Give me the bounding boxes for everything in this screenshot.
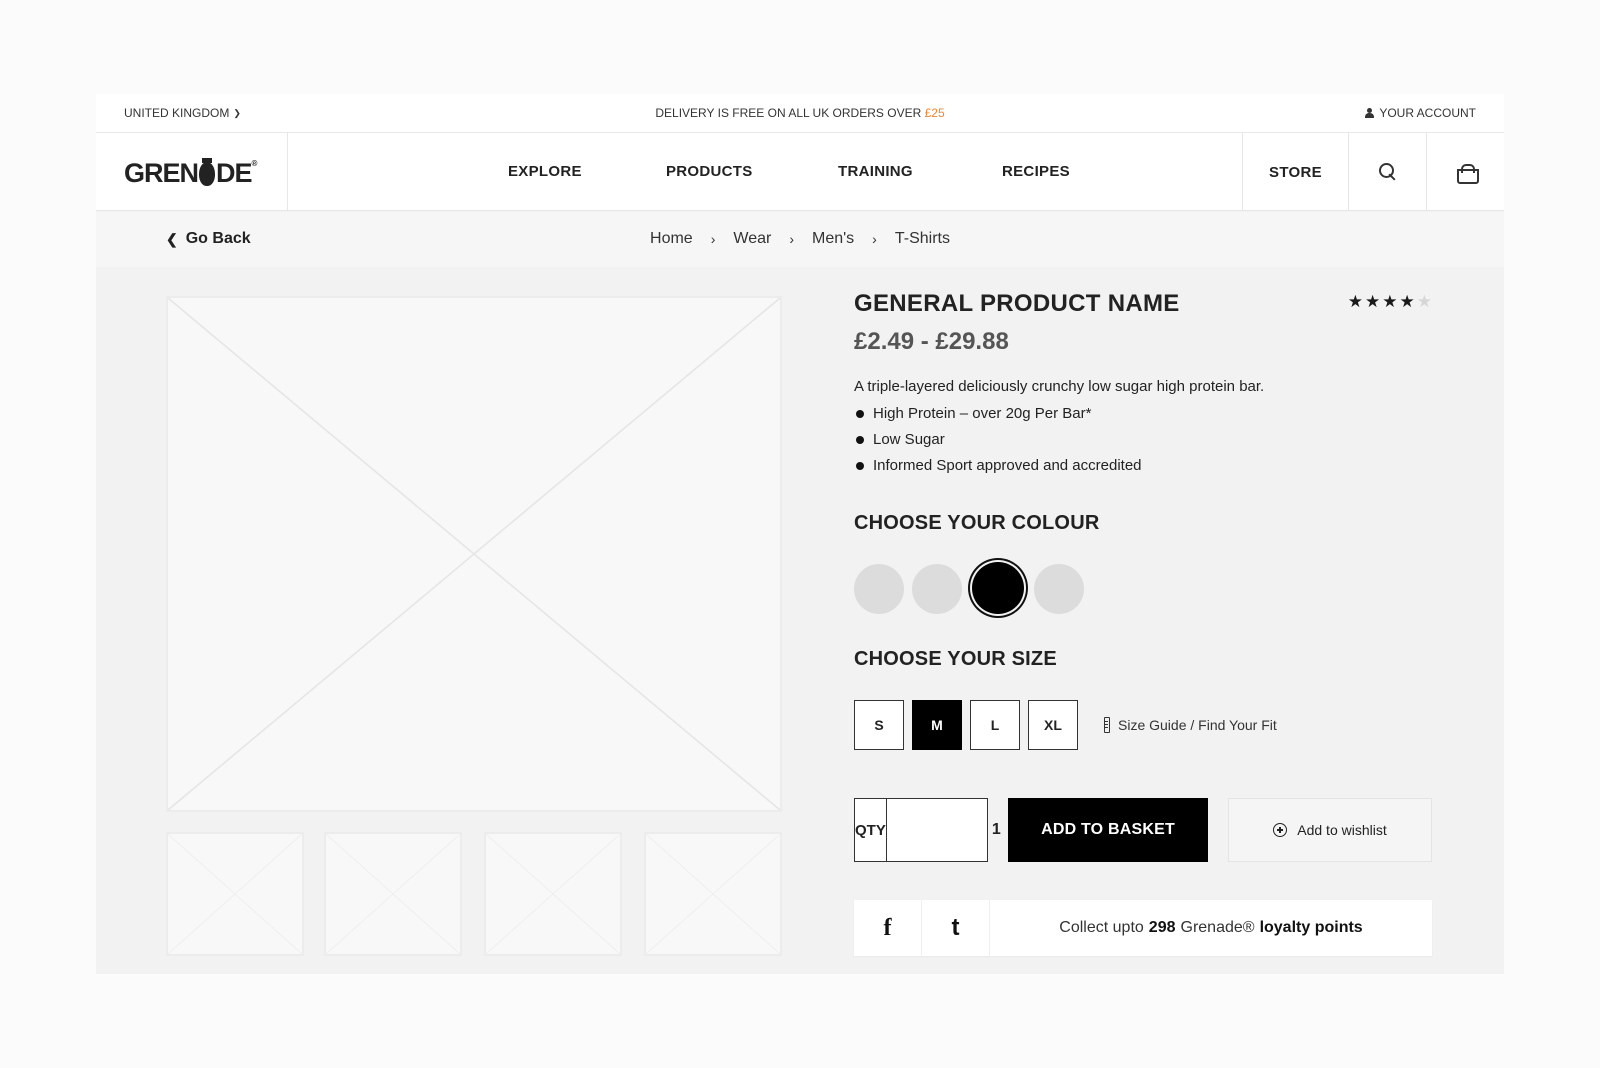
- registered-mark: ®: [251, 159, 258, 168]
- image-placeholder-icon: [168, 834, 302, 954]
- facebook-icon: f: [883, 914, 892, 941]
- product-title: GENERAL PRODUCT NAME: [854, 290, 1180, 317]
- breadcrumb-home[interactable]: Home: [650, 230, 693, 248]
- colour-section-title: CHOOSE YOUR COLOUR: [854, 512, 1100, 534]
- store-link[interactable]: STORE: [1242, 133, 1348, 211]
- search-button[interactable]: [1348, 133, 1426, 211]
- feature-item: Low Sugar: [854, 431, 1432, 457]
- basket-icon: [1456, 164, 1479, 184]
- breadcrumb-wear[interactable]: Wear: [733, 230, 771, 248]
- loyalty-prefix: Collect upto: [1059, 919, 1144, 936]
- colour-swatch[interactable]: [1034, 564, 1084, 614]
- loyalty-points: 298: [1148, 919, 1176, 936]
- user-icon: [1365, 108, 1375, 118]
- logo[interactable]: GREN DE ®: [124, 157, 258, 189]
- top-bar: UNITED KINGDOM ❯ DELIVERY IS FREE ON ALL…: [96, 94, 1504, 133]
- breadcrumb-tshirts[interactable]: T-Shirts: [895, 230, 950, 248]
- nav-link-training[interactable]: TRAINING: [838, 163, 913, 180]
- product-price: £2.49 - £29.88: [854, 328, 1009, 355]
- thumbnail-strip: [166, 832, 782, 956]
- feature-item: High Protein – over 20g Per Bar*: [854, 405, 1432, 431]
- breadcrumb-separator: ›: [789, 231, 794, 247]
- facebook-share-button[interactable]: f: [854, 900, 922, 956]
- star-rating: ★ ★ ★ ★ ★: [1348, 292, 1432, 312]
- logo-text: GREN: [124, 158, 199, 188]
- grenade-icon: [199, 157, 216, 186]
- image-placeholder-icon: [646, 834, 780, 954]
- plus-circle-icon: [1273, 823, 1288, 837]
- breadcrumb-bar: ❮ Go Back Home › Wear › Men's › T-Shirts: [96, 212, 1504, 267]
- breadcrumb-separator: ›: [710, 231, 716, 247]
- star-icon: ★: [1347, 292, 1363, 311]
- breadcrumb-separator: ›: [872, 231, 877, 247]
- promo-amount: £25: [924, 106, 945, 120]
- feature-item: Informed Sport approved and accredited: [854, 457, 1432, 483]
- image-placeholder-icon: [326, 834, 460, 954]
- logo-cell: GREN DE ®: [96, 133, 288, 211]
- basket-button[interactable]: [1426, 133, 1504, 211]
- image-placeholder-icon: [168, 298, 780, 810]
- size-option-s[interactable]: S: [854, 700, 904, 750]
- main-nav: GREN DE ® EXPLORE PRODUCTS TRAINING RECI…: [96, 133, 1504, 211]
- feature-list: High Protein – over 20g Per Bar* Low Sug…: [854, 405, 1432, 483]
- account-label: YOUR ACCOUNT: [1379, 106, 1476, 120]
- promo-text: DELIVERY IS FREE ON ALL UK ORDERS OVER: [655, 106, 922, 120]
- qty-label: QTY: [855, 799, 887, 861]
- nav-link-recipes[interactable]: RECIPES: [1002, 163, 1070, 180]
- thumbnail[interactable]: [324, 832, 462, 956]
- nav-link-products[interactable]: PRODUCTS: [666, 163, 753, 180]
- loyalty-suffix: loyalty points: [1259, 919, 1363, 936]
- star-icon: ★: [1365, 292, 1381, 311]
- nav-actions: STORE: [1242, 133, 1504, 211]
- colour-swatch[interactable]: [854, 564, 904, 614]
- add-to-basket-button[interactable]: ADD TO BASKET: [1008, 798, 1208, 862]
- quantity-field: QTY: [854, 798, 1106, 862]
- size-option-l[interactable]: L: [970, 700, 1020, 750]
- wishlist-label: Add to wishlist: [1297, 822, 1387, 838]
- logo-text-suffix: DE: [216, 158, 253, 188]
- size-option-m[interactable]: M: [912, 700, 962, 750]
- twitter-icon: t: [951, 914, 960, 941]
- thumbnail[interactable]: [484, 832, 622, 956]
- thumbnail[interactable]: [166, 832, 304, 956]
- search-icon: [1378, 163, 1397, 181]
- loyalty-brand: Grenade®: [1180, 919, 1255, 936]
- size-option-xl[interactable]: XL: [1028, 700, 1078, 750]
- size-guide-link[interactable]: Size Guide / Find Your Fit: [1104, 717, 1277, 733]
- share-bar: f t Collect upto 298 Grenade® loyalty po…: [854, 900, 1432, 956]
- breadcrumb: Home › Wear › Men's › T-Shirts: [96, 230, 1504, 248]
- product-details: GENERAL PRODUCT NAME £2.49 - £29.88 ★ ★ ★ ★…: [854, 290, 1432, 483]
- star-icon: ★: [1416, 292, 1432, 311]
- thumbnail[interactable]: [644, 832, 782, 956]
- ruler-icon: [1104, 717, 1110, 733]
- add-to-wishlist-button[interactable]: Add to wishlist: [1228, 798, 1432, 862]
- product-description: A triple-layered deliciously crunchy low…: [854, 378, 1265, 395]
- nav-link-explore[interactable]: EXPLORE: [508, 163, 582, 180]
- star-icon: ★: [1399, 292, 1415, 311]
- product-main-image[interactable]: [166, 296, 782, 812]
- promo-banner: DELIVERY IS FREE ON ALL UK ORDERS OVER £…: [96, 106, 1504, 120]
- colour-swatch[interactable]: [912, 564, 962, 614]
- breadcrumb-mens[interactable]: Men's: [812, 230, 854, 248]
- twitter-share-button[interactable]: t: [922, 900, 990, 956]
- colour-swatch[interactable]: [972, 562, 1024, 614]
- loyalty-message: Collect upto 298 Grenade® loyalty points: [990, 900, 1432, 956]
- size-section-title: CHOOSE YOUR SIZE: [854, 648, 1057, 670]
- size-guide-label: Size Guide / Find Your Fit: [1118, 717, 1277, 733]
- page: UNITED KINGDOM ❯ DELIVERY IS FREE ON ALL…: [96, 94, 1504, 974]
- star-icon: ★: [1382, 292, 1398, 311]
- image-placeholder-icon: [486, 834, 620, 954]
- account-link[interactable]: YOUR ACCOUNT: [1365, 106, 1476, 120]
